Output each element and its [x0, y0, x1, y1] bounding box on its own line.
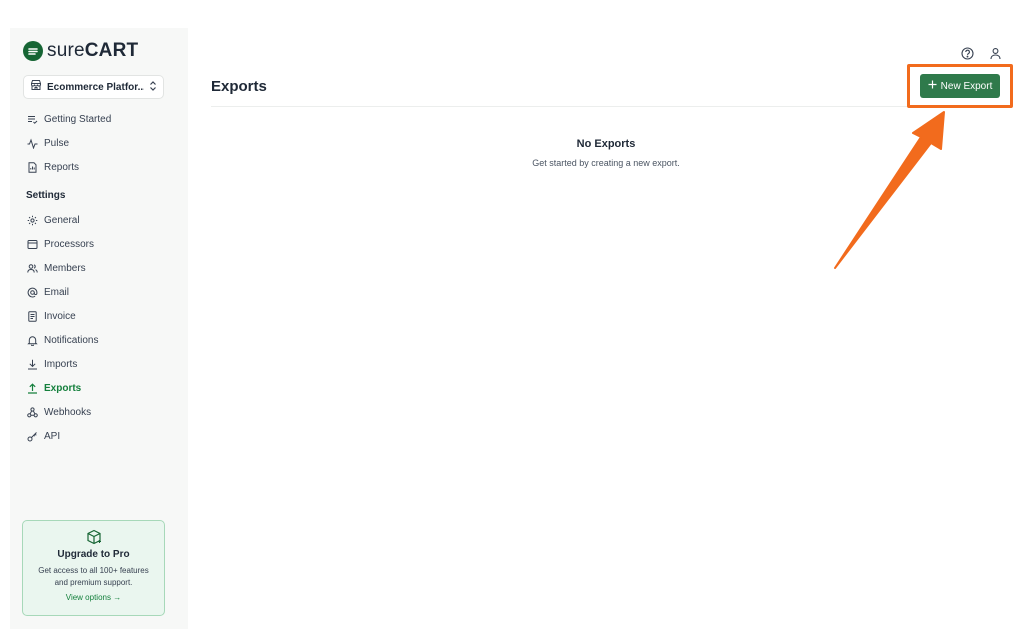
- primary-nav: Getting Started Pulse Reports: [26, 107, 176, 179]
- sidebar-item-webhooks[interactable]: Webhooks: [26, 400, 176, 424]
- sidebar-item-imports[interactable]: Imports: [26, 352, 176, 376]
- upgrade-card: Upgrade to Pro Get access to all 100+ fe…: [22, 520, 165, 616]
- list-check-icon: [26, 113, 38, 125]
- settings-heading: Settings: [26, 190, 66, 201]
- help-icon[interactable]: [960, 46, 974, 60]
- sidebar-item-email[interactable]: Email: [26, 280, 176, 304]
- app-frame: sureCART Ecommerce Platfor... Getting St…: [0, 0, 1024, 629]
- sidebar-item-api[interactable]: API: [26, 424, 176, 448]
- brand-name: sureCART: [47, 40, 139, 61]
- sidebar-item-label: Webhooks: [44, 406, 92, 418]
- store-name: Ecommerce Platfor...: [47, 81, 144, 93]
- sidebar-item-label: Exports: [44, 382, 82, 394]
- invoice-icon: [26, 310, 38, 322]
- annotation-highlight-box: [907, 64, 1013, 108]
- activity-icon: [26, 137, 38, 149]
- sidebar-item-label: General: [44, 214, 80, 226]
- header-divider: [211, 106, 1006, 107]
- package-icon: [85, 529, 103, 547]
- download-icon: [26, 358, 38, 370]
- settings-nav: Settings General Processors Members Emai…: [26, 184, 176, 448]
- sidebar-item-processors[interactable]: Processors: [26, 232, 176, 256]
- sidebar-item-label: Reports: [44, 161, 80, 173]
- sidebar-item-members[interactable]: Members: [26, 256, 176, 280]
- sidebar-item-label: Imports: [44, 358, 78, 370]
- key-icon: [26, 430, 38, 442]
- empty-state-subtitle: Get started by creating a new export.: [532, 158, 680, 168]
- sidebar-item-label: Pulse: [44, 137, 70, 149]
- sidebar: sureCART Ecommerce Platfor... Getting St…: [10, 28, 188, 629]
- upload-icon: [26, 382, 38, 394]
- view-options-link[interactable]: View options →: [23, 593, 164, 602]
- sidebar-item-pulse[interactable]: Pulse: [26, 131, 176, 155]
- store-icon: [30, 78, 42, 96]
- gear-icon: [26, 214, 38, 226]
- report-icon: [26, 161, 38, 173]
- store-selector[interactable]: Ecommerce Platfor...: [23, 75, 164, 99]
- sidebar-item-label: Invoice: [44, 310, 76, 322]
- users-icon: [26, 262, 38, 274]
- bell-icon: [26, 334, 38, 346]
- chevron-updown-icon: [149, 81, 157, 93]
- empty-state-title: No Exports: [576, 138, 636, 150]
- empty-state: No Exports Get started by creating a new…: [500, 138, 712, 168]
- sidebar-item-label: Getting Started: [44, 113, 112, 125]
- sidebar-item-getting-started[interactable]: Getting Started: [26, 107, 176, 131]
- sidebar-item-invoice[interactable]: Invoice: [26, 304, 176, 328]
- sidebar-item-label: Email: [44, 286, 70, 298]
- topbar-actions: [960, 46, 1002, 60]
- sidebar-item-general[interactable]: General: [26, 208, 176, 232]
- sidebar-item-exports[interactable]: Exports: [26, 376, 176, 400]
- sidebar-item-reports[interactable]: Reports: [26, 155, 176, 179]
- sidebar-item-label: API: [44, 430, 61, 442]
- arrow-right-icon: →: [113, 593, 122, 602]
- brand-logo[interactable]: sureCART: [23, 40, 138, 62]
- sidebar-item-notifications[interactable]: Notifications: [26, 328, 176, 352]
- upgrade-title: Upgrade to Pro: [57, 549, 130, 560]
- webhook-icon: [26, 406, 38, 418]
- surecart-logo-icon: [23, 41, 43, 61]
- sidebar-item-label: Members: [44, 262, 86, 274]
- sidebar-item-label: Processors: [44, 238, 95, 250]
- page-title: Exports: [211, 78, 267, 95]
- sidebar-item-label: Notifications: [44, 334, 99, 346]
- user-icon[interactable]: [988, 46, 1002, 60]
- processor-icon: [26, 238, 38, 250]
- upgrade-description: Get access to all 100+ features and prem…: [38, 566, 149, 587]
- at-icon: [26, 286, 38, 298]
